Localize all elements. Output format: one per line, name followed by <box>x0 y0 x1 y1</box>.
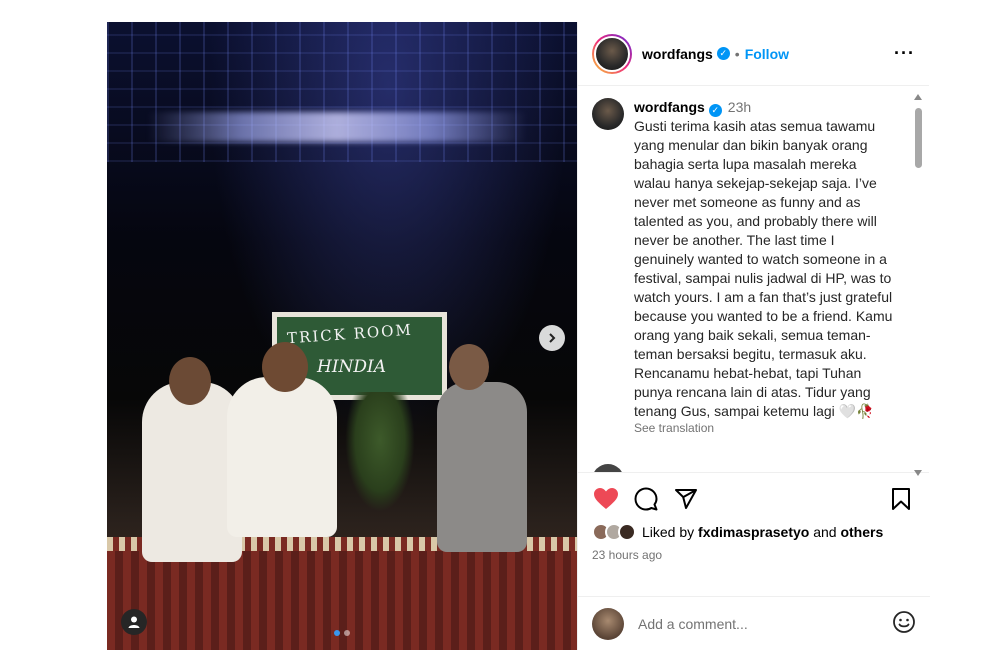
caption-time[interactable]: 23h <box>728 99 751 115</box>
bookmark-icon <box>892 488 910 510</box>
share-button[interactable] <box>672 485 700 513</box>
follow-button[interactable]: Follow <box>745 46 789 62</box>
add-comment-bar <box>578 596 930 650</box>
carousel-dot <box>344 630 350 636</box>
verified-icon: ✓ <box>716 47 730 60</box>
board-text-line1: TRICK ROOM <box>286 320 414 348</box>
liked-by-prefix: Liked by <box>642 524 695 540</box>
person-right <box>437 382 527 552</box>
liked-by-user[interactable]: fxdimasprasetyo <box>698 524 809 540</box>
chevron-right-icon <box>549 333 556 343</box>
heart-icon <box>594 488 618 509</box>
post-modal: TRICK ROOM HINDIA wordfangs ✓ • Follow ·… <box>107 22 930 650</box>
post-timestamp[interactable]: 23 hours ago <box>592 548 915 562</box>
board-text-line2: HINDIA <box>317 357 387 377</box>
plant <box>345 392 415 512</box>
caption-avatar[interactable] <box>592 98 624 130</box>
share-icon <box>675 489 697 509</box>
person-left-head <box>169 357 211 405</box>
liker-avatars[interactable] <box>592 523 636 541</box>
comments-scrollbar[interactable] <box>911 92 925 478</box>
actions-section: Liked by fxdimasprasetyo and others 23 h… <box>578 472 929 562</box>
comment-avatar[interactable] <box>592 464 624 472</box>
next-photo-button[interactable] <box>539 325 565 351</box>
post-header: wordfangs ✓ • Follow ··· <box>578 22 929 86</box>
save-button[interactable] <box>887 485 915 513</box>
author-avatar[interactable] <box>592 33 632 74</box>
scroll-down-arrow[interactable] <box>914 470 922 476</box>
stage-light <box>147 112 527 142</box>
current-user-avatar <box>592 607 624 640</box>
emoji-button[interactable] <box>892 610 916 637</box>
liked-by-others[interactable]: others <box>840 524 883 540</box>
comments-section: wordfangs ✓ 23h Gusti terima kasih atas se… <box>578 86 929 472</box>
see-translation-link[interactable]: See translation <box>634 419 896 438</box>
caption-text: Gusti terima kasih atas semua tawamu yan… <box>634 118 893 419</box>
person-center <box>227 377 337 537</box>
user-tag-icon <box>128 616 140 628</box>
post-side-panel: wordfangs ✓ • Follow ··· wordfangs ✓ 23h G… <box>577 22 930 650</box>
like-button[interactable] <box>592 485 620 513</box>
carousel-dot-active <box>334 630 340 636</box>
caption-username[interactable]: wordfangs <box>634 99 705 115</box>
post-photo[interactable]: TRICK ROOM HINDIA <box>107 22 577 650</box>
emoji-icon <box>893 611 915 633</box>
comment-icon <box>634 487 658 511</box>
carousel-dots <box>107 630 577 636</box>
liked-by-and: and <box>813 524 837 540</box>
person-center-head <box>262 342 308 392</box>
comment-button[interactable] <box>632 485 660 513</box>
comment-time: 23h <box>794 471 821 472</box>
scroll-up-arrow[interactable] <box>914 94 922 100</box>
author-username[interactable]: wordfangs <box>642 46 713 62</box>
liker-avatar <box>618 523 636 541</box>
action-icons <box>592 483 915 515</box>
comment-item: soundgroovefestival ✓ 23h <box>592 464 903 472</box>
separator-dot: • <box>734 45 740 62</box>
verified-icon: ✓ <box>708 104 722 117</box>
scroll-thumb[interactable] <box>915 108 922 168</box>
more-icon[interactable]: ··· <box>894 43 915 64</box>
caption: wordfangs ✓ 23h Gusti terima kasih atas se… <box>592 98 903 438</box>
person-right-head <box>449 344 489 390</box>
comment-input[interactable] <box>638 615 868 632</box>
likes-row: Liked by fxdimasprasetyo and others <box>592 523 915 541</box>
